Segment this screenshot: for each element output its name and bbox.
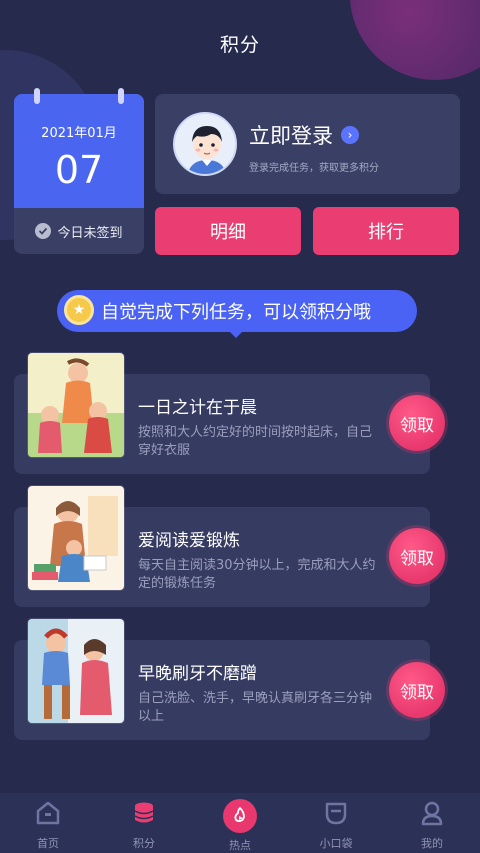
tab-hot[interactable]: 热点 bbox=[192, 793, 288, 853]
bottom-tab-bar: 首页 积分 热点 小口袋 我的 bbox=[0, 793, 480, 853]
task-description: 自己洗脸、洗手，早晚认真刷牙各三分钟以上 bbox=[138, 691, 373, 724]
task-description: 按照和大人约定好的时间按时起床，自己穿好衣服 bbox=[138, 425, 373, 458]
chevron-right-icon: › bbox=[341, 126, 359, 144]
rank-button[interactable]: 排行 bbox=[313, 207, 459, 255]
tab-points[interactable]: 积分 bbox=[96, 793, 192, 851]
medal-icon: ★ bbox=[64, 295, 94, 325]
banner-tail bbox=[228, 330, 244, 338]
tab-pocket[interactable]: 小口袋 bbox=[288, 793, 384, 851]
task-title: 早晚刷牙不磨蹭 bbox=[138, 664, 257, 684]
login-subtitle: 登录完成任务，获取更多积分 bbox=[249, 163, 379, 174]
check-icon bbox=[35, 223, 52, 239]
task-title: 爱阅读爱锻炼 bbox=[138, 531, 240, 551]
screen: 积分 2021年01月 07 今日未签到 立即登录 › 登录完成任务，获取更多积… bbox=[0, 0, 480, 853]
tab-home[interactable]: 首页 bbox=[0, 793, 96, 851]
avatar bbox=[173, 112, 237, 176]
task-title: 一日之计在于晨 bbox=[138, 398, 257, 418]
tab-label: 小口袋 bbox=[319, 837, 353, 850]
page-title: 积分 bbox=[219, 34, 260, 56]
claim-button[interactable]: 领取 bbox=[389, 528, 445, 584]
tab-label: 积分 bbox=[133, 837, 155, 850]
checkin-status-label: 今日未签到 bbox=[57, 225, 123, 241]
task-illustration-brushing bbox=[28, 619, 124, 723]
task-description: 每天自主阅读30分钟以上，完成和大人约定的锻炼任务 bbox=[138, 558, 376, 591]
tab-label: 热点 bbox=[229, 839, 251, 852]
pocket-icon bbox=[322, 799, 350, 831]
task-illustration-morning bbox=[28, 353, 124, 457]
calendar-day: 07 bbox=[54, 148, 104, 192]
hot-play-icon bbox=[223, 799, 257, 833]
claim-button[interactable]: 领取 bbox=[389, 662, 445, 718]
login-title-text: 立即登录 bbox=[249, 124, 333, 148]
coins-icon bbox=[130, 799, 158, 831]
task-banner: 自觉完成下列任务，可以领积分哦 bbox=[57, 290, 417, 332]
calendar-ring-icon bbox=[34, 88, 40, 104]
login-title[interactable]: 立即登录 › bbox=[249, 120, 359, 150]
tab-label: 首页 bbox=[37, 837, 59, 850]
claim-button[interactable]: 领取 bbox=[389, 395, 445, 451]
calendar-month: 2021年01月 bbox=[41, 126, 117, 141]
profile-icon bbox=[418, 799, 446, 831]
tab-label: 我的 bbox=[421, 837, 443, 850]
task-illustration-reading bbox=[28, 486, 124, 590]
task-banner-text: 自觉完成下列任务，可以领积分哦 bbox=[101, 302, 371, 323]
home-icon bbox=[34, 799, 62, 831]
detail-button[interactable]: 明细 bbox=[155, 207, 301, 255]
login-card[interactable]: 立即登录 › 登录完成任务，获取更多积分 bbox=[155, 94, 460, 194]
tab-profile[interactable]: 我的 bbox=[384, 793, 480, 851]
calendar-ring-icon bbox=[118, 88, 124, 104]
checkin-calendar-card[interactable]: 2021年01月 07 今日未签到 bbox=[14, 88, 144, 254]
checkin-status: 今日未签到 bbox=[14, 208, 144, 254]
